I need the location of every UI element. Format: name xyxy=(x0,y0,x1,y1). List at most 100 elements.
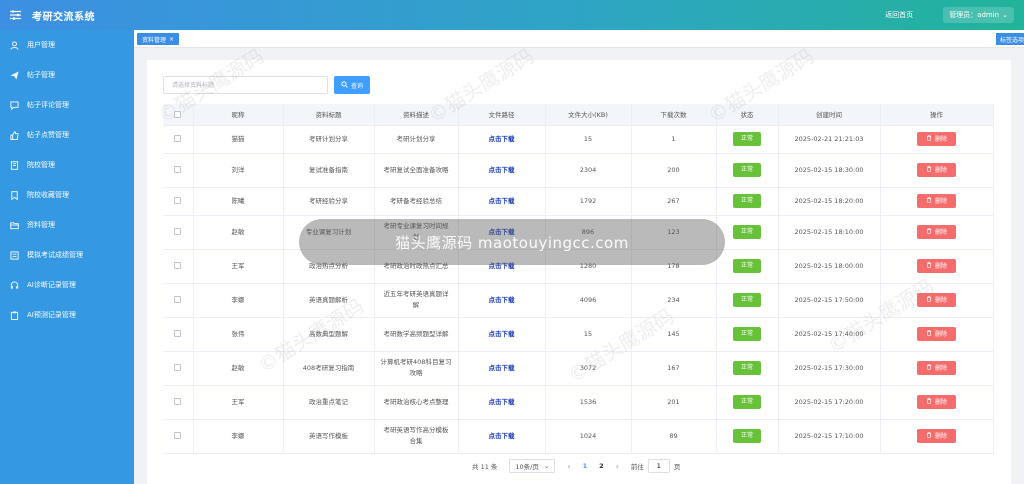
cell-status: 正常 xyxy=(716,249,779,284)
sidebar-item-post-comments[interactable]: 帖子评论管理 xyxy=(0,90,134,120)
search-button[interactable]: 查询 xyxy=(334,76,371,94)
trash-icon xyxy=(926,431,932,442)
download-link[interactable]: 点击下载 xyxy=(489,330,515,338)
status-badge[interactable]: 正常 xyxy=(732,293,761,307)
download-link[interactable]: 点击下载 xyxy=(489,135,515,143)
download-link[interactable]: 点击下载 xyxy=(489,296,515,304)
menu-toggle-icon[interactable] xyxy=(0,10,30,20)
cell-status: 正常 xyxy=(716,351,779,386)
admin-dropdown[interactable]: 管理员：admin ⌄ xyxy=(943,7,1014,23)
download-link[interactable]: 点击下载 xyxy=(489,398,515,406)
cell-title: 考研计划分享 xyxy=(283,125,375,154)
row-select-cell[interactable] xyxy=(163,419,194,454)
sidebar-item-ai-prediction[interactable]: AI预测记录管理 xyxy=(0,300,134,330)
page-number[interactable]: 2 xyxy=(599,462,604,470)
row-checkbox[interactable] xyxy=(174,228,182,235)
sidebar-item-materials[interactable]: 资料管理 xyxy=(0,210,134,240)
delete-button[interactable]: 删除 xyxy=(916,163,956,177)
status-badge[interactable]: 正常 xyxy=(732,194,761,208)
cell-created-time: 2025-02-21 21:21:03 xyxy=(778,125,881,154)
download-link[interactable]: 点击下载 xyxy=(489,432,515,440)
row-select-cell[interactable] xyxy=(163,153,194,188)
status-badge[interactable]: 正常 xyxy=(732,259,761,273)
trash-icon xyxy=(926,165,932,176)
tabs-bar: 资料管理 × 标签选项 xyxy=(134,30,1024,48)
cell-file-size: 1792 xyxy=(545,187,632,216)
delete-label: 删除 xyxy=(934,432,947,440)
status-badge[interactable]: 正常 xyxy=(732,327,761,341)
status-badge[interactable]: 正常 xyxy=(732,225,761,239)
row-checkbox[interactable] xyxy=(174,197,182,204)
jump-suffix: 页 xyxy=(673,463,681,471)
sidebar-item-school-favorites[interactable]: 院校收藏管理 xyxy=(0,180,134,210)
sidebar-item-users[interactable]: 用户管理 xyxy=(0,30,134,60)
delete-button[interactable]: 删除 xyxy=(916,194,956,208)
cell-actions: 删除 xyxy=(880,187,994,216)
cell-title: 英语真题解析 xyxy=(283,283,375,318)
download-link[interactable]: 点击下载 xyxy=(489,364,515,372)
tab-materials[interactable]: 资料管理 × xyxy=(137,33,180,45)
status-badge[interactable]: 正常 xyxy=(732,395,761,409)
prev-page-icon[interactable]: ‹ xyxy=(567,462,570,471)
materials-table: 昵称 资料标题 资料描述 文件路径 文件大小(KB) 下载次数 状态 创建时间 … xyxy=(163,104,994,454)
delete-button[interactable]: 删除 xyxy=(916,327,956,341)
next-page-icon[interactable]: › xyxy=(616,462,619,471)
user-icon xyxy=(9,40,19,50)
select-all-checkbox[interactable] xyxy=(174,110,182,118)
close-icon[interactable]: × xyxy=(169,36,174,43)
row-select-cell[interactable] xyxy=(163,125,194,154)
cell-created-time: 2025-02-15 18:10:00 xyxy=(778,215,881,250)
cell-description: 考研政治核心考点整理 xyxy=(374,385,459,420)
delete-button[interactable]: 删除 xyxy=(916,395,956,409)
row-select-cell[interactable] xyxy=(163,385,194,420)
delete-button[interactable]: 删除 xyxy=(916,132,956,146)
search-row: 查询 xyxy=(163,76,371,94)
row-checkbox[interactable] xyxy=(174,166,182,173)
page-size-select[interactable]: 10条/页 ⌄ xyxy=(509,459,556,473)
row-select-cell[interactable] xyxy=(163,317,194,352)
delete-button[interactable]: 删除 xyxy=(916,259,956,273)
status-badge[interactable]: 正常 xyxy=(732,132,761,146)
search-input[interactable] xyxy=(163,76,328,94)
delete-button[interactable]: 删除 xyxy=(916,429,956,443)
sidebar-item-post-likes[interactable]: 帖子点赞管理 xyxy=(0,120,134,150)
row-checkbox[interactable] xyxy=(174,135,182,142)
sidebar-item-posts[interactable]: 帖子管理 xyxy=(0,60,134,90)
row-checkbox[interactable] xyxy=(174,330,182,337)
row-select-cell[interactable] xyxy=(163,187,194,216)
download-link[interactable]: 点击下载 xyxy=(489,197,515,205)
delete-button[interactable]: 删除 xyxy=(916,361,956,375)
col-header: 资料描述 xyxy=(374,104,459,126)
cell-file-size: 2304 xyxy=(545,153,632,188)
delete-button[interactable]: 删除 xyxy=(916,293,956,307)
row-checkbox[interactable] xyxy=(174,296,182,303)
delete-button[interactable]: 删除 xyxy=(916,225,956,239)
sidebar-item-schools[interactable]: 院校管理 xyxy=(0,150,134,180)
status-badge[interactable]: 正常 xyxy=(732,361,761,375)
select-all-cell[interactable] xyxy=(163,104,194,126)
download-link[interactable]: 点击下载 xyxy=(489,166,515,174)
status-badge[interactable]: 正常 xyxy=(732,429,761,443)
row-checkbox[interactable] xyxy=(174,262,182,269)
chevron-down-icon: ⌄ xyxy=(543,462,550,470)
row-checkbox[interactable] xyxy=(174,398,182,405)
cell-download-count: 89 xyxy=(631,419,717,454)
status-badge[interactable]: 正常 xyxy=(732,163,761,177)
row-select-cell[interactable] xyxy=(163,283,194,318)
home-link[interactable]: 返回首页 xyxy=(885,10,913,20)
row-select-cell[interactable] xyxy=(163,215,194,250)
sidebar: 用户管理 帖子管理 帖子评论管理 帖子点赞管理 院校管理 院校收藏管理 资料管理… xyxy=(0,30,134,484)
row-checkbox[interactable] xyxy=(174,432,182,439)
page-jump-input[interactable] xyxy=(647,459,670,473)
trash-icon xyxy=(926,295,932,306)
tab-options-button[interactable]: 标签选项 xyxy=(996,33,1024,45)
sidebar-item-ai-diagnosis[interactable]: AI诊断记录管理 xyxy=(0,270,134,300)
row-select-cell[interactable] xyxy=(163,351,194,386)
row-checkbox[interactable] xyxy=(174,364,182,371)
cell-download-count: 145 xyxy=(631,317,717,352)
page-number[interactable]: 1 xyxy=(583,462,588,470)
row-select-cell[interactable] xyxy=(163,249,194,284)
sidebar-item-mock-exam-scores[interactable]: 模拟考试成绩管理 xyxy=(0,240,134,270)
table-row: 赵敏 408考研复习指南 计算机考研408科目复习攻略 点击下载 3072 167 正常 20… xyxy=(163,351,994,386)
search-icon xyxy=(341,80,348,90)
